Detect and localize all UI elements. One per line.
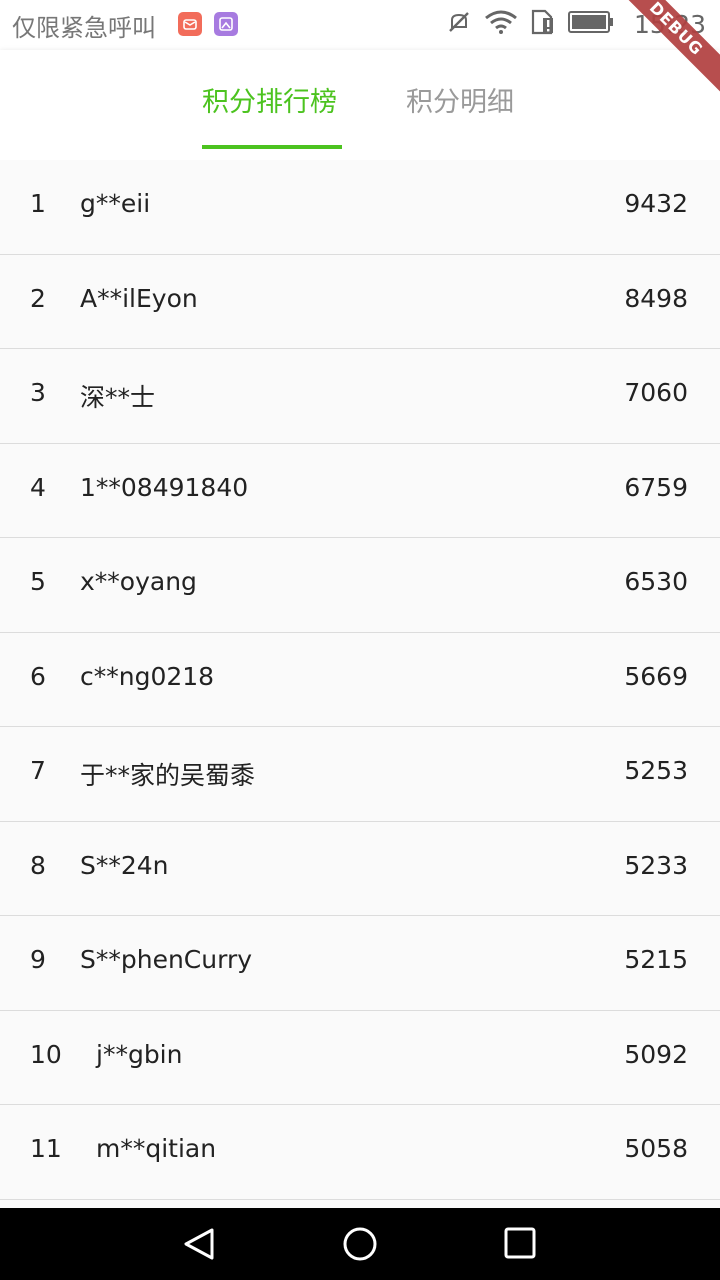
rank-number: 7	[30, 756, 46, 785]
user-name: S**phenCurry	[80, 945, 253, 974]
list-item[interactable]: 8 S**24n 5233	[0, 821, 720, 916]
list-item[interactable]: 7 于**家的吴蜀黍 5253	[0, 727, 720, 822]
user-name: j**gbin	[96, 1039, 183, 1069]
list-item[interactable]: 4 1**08491840 6759	[0, 443, 720, 538]
rank-number: 11	[30, 1134, 62, 1163]
list-item[interactable]: 5 x**oyang 6530	[0, 538, 720, 633]
user-name: A**ilEyon	[80, 283, 198, 313]
user-name: 1**08491840	[80, 472, 249, 502]
user-name: 于**家的吴蜀黍	[80, 761, 256, 790]
tab-points-detail[interactable]: 积分明细	[406, 80, 514, 119]
points-value: 5669	[624, 661, 688, 691]
back-icon[interactable]	[182, 1226, 218, 1266]
battery-icon	[567, 10, 614, 38]
list-item[interactable]: 3 深**士 7060	[0, 349, 720, 444]
user-name: m**qitian	[96, 1134, 217, 1163]
rank-number: 10	[30, 1039, 62, 1069]
list-item[interactable]: 11 m**qitian 5058	[0, 1105, 720, 1200]
ranking-list: 1 g**eii 9432 2 A**ilEyon 8498 3 深**士 70…	[0, 160, 720, 1200]
points-value: 5233	[624, 850, 688, 880]
user-name: g**eii	[80, 189, 151, 218]
user-name: c**ng0218	[80, 661, 215, 691]
points-value: 7060	[624, 378, 688, 407]
mail-icon	[178, 12, 202, 36]
rank-number: 5	[30, 567, 46, 596]
tab-indicator	[202, 145, 342, 149]
rank-number: 9	[30, 945, 46, 974]
wifi-icon	[484, 9, 518, 39]
list-item[interactable]: 10 j**gbin 5092	[0, 1010, 720, 1105]
points-value: 5058	[624, 1134, 688, 1163]
list-item[interactable]: 2 A**ilEyon 8498	[0, 254, 720, 349]
rank-number: 6	[30, 661, 46, 691]
points-value: 9432	[624, 189, 688, 218]
image-icon	[214, 12, 238, 36]
user-name: S**24n	[80, 850, 169, 880]
points-value: 6759	[624, 472, 688, 502]
tab-bar: 积分排行榜 积分明细	[0, 50, 720, 160]
tab-points-ranking[interactable]: 积分排行榜	[202, 80, 337, 119]
list-item[interactable]: 1 g**eii 9432	[0, 160, 720, 255]
points-value: 6530	[624, 567, 688, 596]
list-item[interactable]: 6 c**ng0218 5669	[0, 632, 720, 727]
rank-number: 2	[30, 283, 46, 313]
navigation-bar	[0, 1208, 720, 1280]
points-value: 5253	[624, 756, 688, 785]
list-item[interactable]: 9 S**phenCurry 5215	[0, 916, 720, 1011]
rank-number: 1	[30, 189, 46, 218]
sim-alert-icon	[530, 8, 556, 40]
user-name: x**oyang	[80, 567, 197, 596]
points-value: 8498	[624, 283, 688, 313]
home-icon[interactable]	[342, 1226, 378, 1266]
carrier-text: 仅限紧急呼叫	[12, 14, 156, 42]
points-value: 5092	[624, 1039, 688, 1069]
recents-icon[interactable]	[503, 1226, 537, 1264]
mute-icon	[446, 9, 472, 39]
user-name: 深**士	[80, 383, 156, 412]
rank-number: 3	[30, 378, 46, 407]
rank-number: 8	[30, 850, 46, 880]
status-bar: 仅限紧急呼叫 15:23	[0, 0, 720, 50]
points-value: 5215	[624, 945, 688, 974]
rank-number: 4	[30, 472, 46, 502]
